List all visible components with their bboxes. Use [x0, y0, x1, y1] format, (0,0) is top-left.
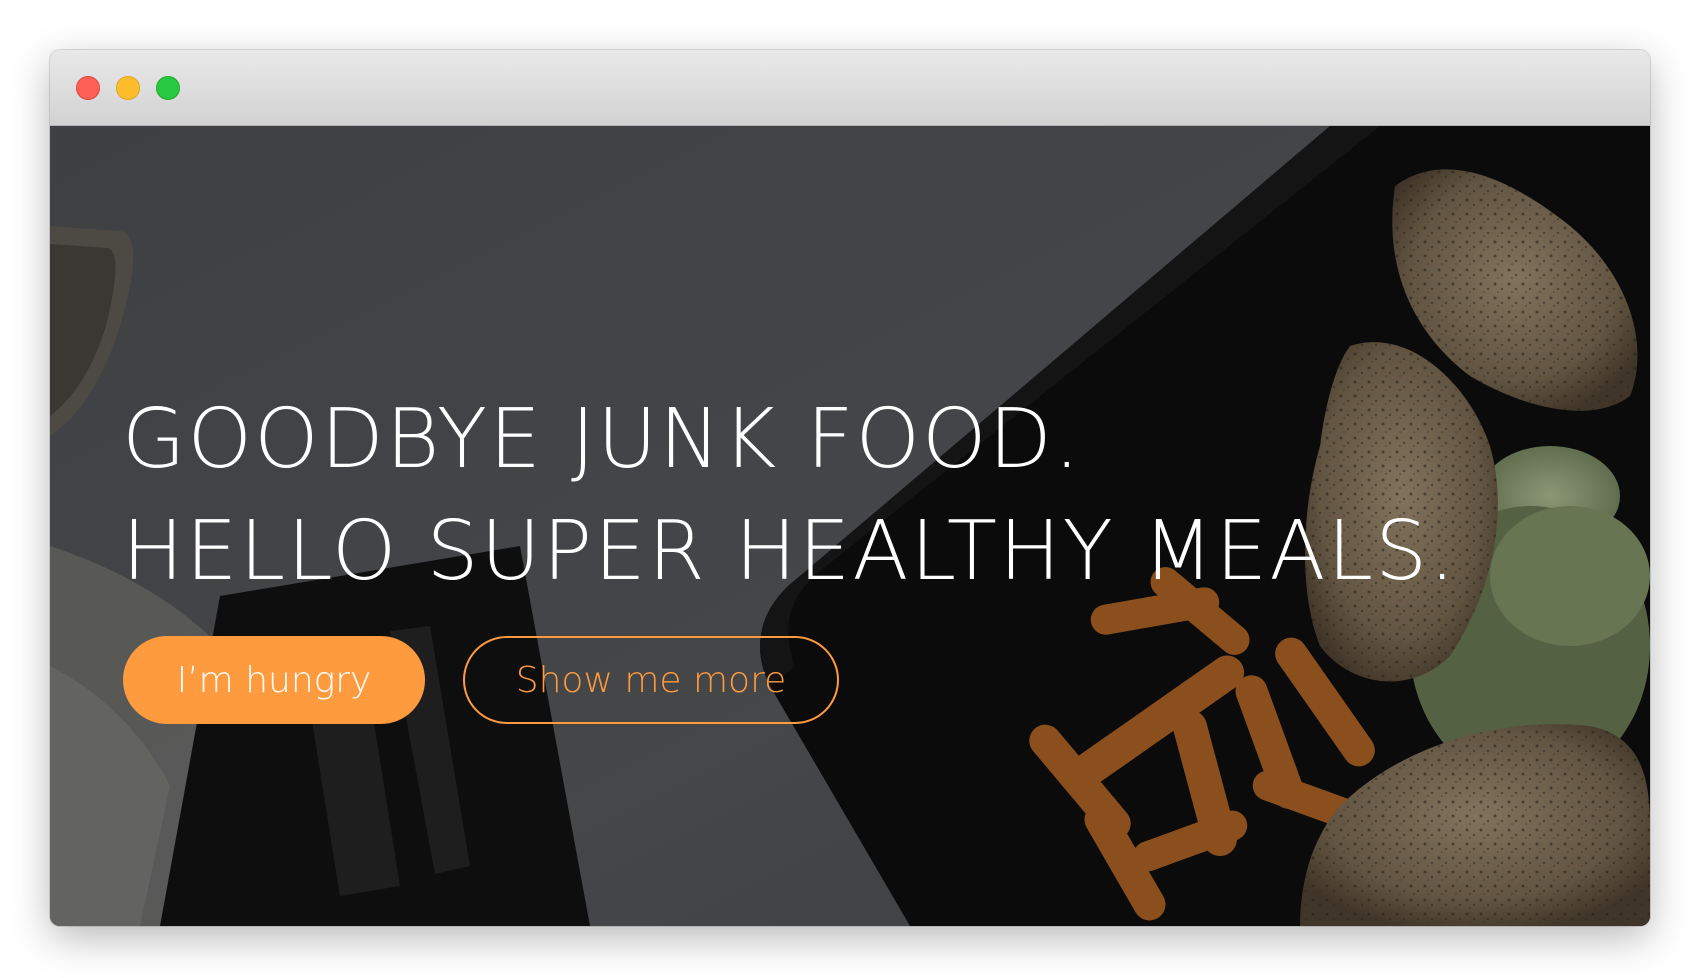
zoom-window-icon[interactable] [156, 76, 180, 100]
browser-window: GOODBYE JUNK FOOD. HELLO SUPER HEALTHY M… [50, 50, 1650, 926]
im-hungry-button[interactable]: I’m hungry [123, 636, 425, 724]
hero-section: GOODBYE JUNK FOOD. HELLO SUPER HEALTHY M… [50, 126, 1650, 926]
headline-line-2: HELLO SUPER HEALTHY MEALS. [122, 504, 1458, 599]
window-titlebar [50, 50, 1650, 126]
minimize-window-icon[interactable] [116, 76, 140, 100]
hero-headline: GOODBYE JUNK FOOD. HELLO SUPER HEALTHY M… [122, 384, 1457, 608]
headline-line-1: GOODBYE JUNK FOOD. [122, 392, 1082, 487]
show-me-more-button[interactable]: Show me more [463, 636, 839, 724]
close-window-icon[interactable] [76, 76, 100, 100]
